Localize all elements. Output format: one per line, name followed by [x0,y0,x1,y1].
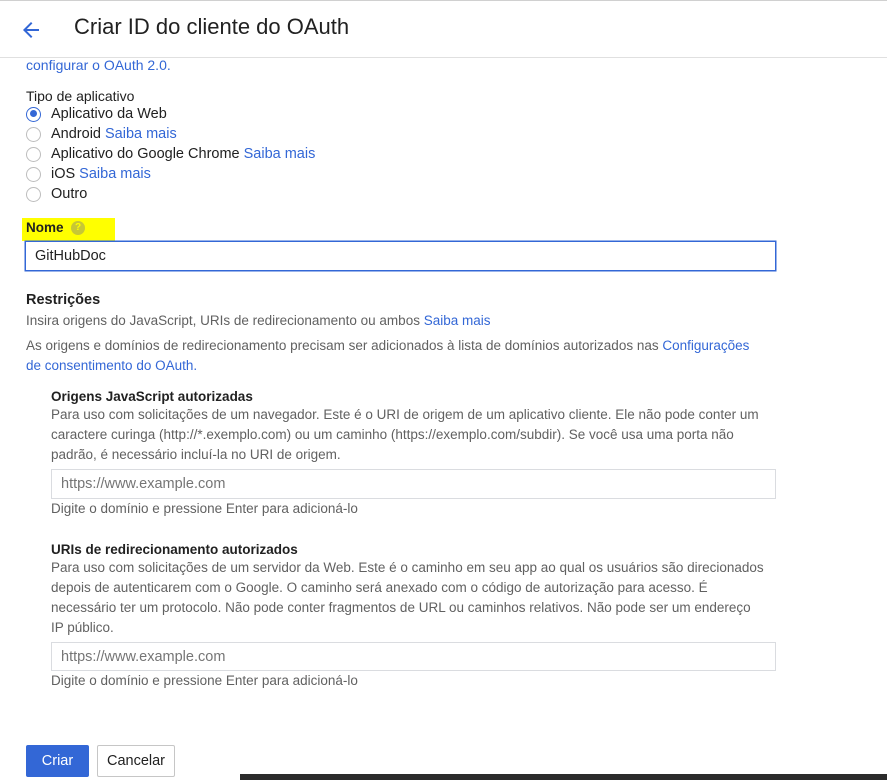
learn-more-link[interactable]: Saiba mais [105,126,177,142]
js-origins-description: Para uso com solicitações de um navegado… [51,405,791,465]
js-origins-input[interactable] [51,469,776,499]
redirect-uris-description: Para uso com solicitações de um servidor… [51,558,791,638]
bottom-taskbar-strip [240,774,887,780]
radio-option-web-app[interactable]: Aplicativo da Web [26,104,167,124]
description-line: necessário ter um protocolo. Não pode co… [51,600,751,615]
help-icon[interactable]: ? [71,221,85,235]
radio-option-chrome-app[interactable]: Aplicativo do Google Chrome Saiba mais [26,144,315,164]
radio-option-other[interactable]: Outro [26,184,87,204]
radio-label: Android [51,126,101,142]
js-origins-hint: Digite o domínio e pressione Enter para … [51,501,358,516]
redirect-uris-heading: URIs de redirecionamento autorizados [51,542,298,557]
configure-oauth-link[interactable]: configurar o OAuth 2.0. [26,57,171,73]
notice-text: As origens e domínios de redirecionament… [26,338,659,353]
consent-settings-link[interactable]: Configurações [662,338,749,353]
radio-button[interactable] [26,166,41,182]
arrow-back-icon [23,22,39,38]
restrictions-description: Insira origens do JavaScript, URIs de re… [26,311,491,331]
redirect-uris-input[interactable] [51,642,776,671]
radio-button[interactable] [26,186,41,202]
radio-option-android[interactable]: Android Saiba mais [26,124,177,144]
top-app-bar: Criar ID do cliente do OAuth [0,0,887,58]
cancel-button[interactable]: Cancelar [97,745,175,777]
page-title: Criar ID do cliente do OAuth [74,14,350,39]
radio-option-ios[interactable]: iOS Saiba mais [26,164,151,184]
app-type-label: Tipo de aplicativo [26,88,135,104]
radio-button[interactable] [26,126,41,142]
radio-label: iOS [51,166,76,182]
back-button[interactable] [19,18,43,42]
consent-settings-link-continued[interactable]: de consentimento do OAuth. [26,358,197,373]
learn-more-link[interactable]: Saiba mais [244,146,316,162]
radio-label: Outro [51,186,88,202]
name-label: Nome [26,220,64,235]
description-line: IP público. [51,620,114,635]
description-line: padrão, é necessário incluí-la no URI de… [51,447,341,462]
restrictions-heading: Restrições [26,292,101,308]
radio-label: Aplicativo do Google Chrome [51,146,240,162]
create-button[interactable]: Criar [26,745,89,777]
redirect-uris-hint: Digite o domínio e pressione Enter para … [51,673,358,688]
description-line: Para uso com solicitações de um servidor… [51,560,764,575]
radio-label: Aplicativo da Web [51,106,167,122]
description-line: depois de autenticarem com o Google. O c… [51,580,708,595]
radio-button[interactable] [26,146,41,162]
description-line: caractere curinga (http://*.exemplo.com)… [51,427,734,442]
js-origins-heading: Origens JavaScript autorizadas [51,389,253,404]
description-line: Para uso com solicitações de um navegado… [51,407,759,422]
learn-more-link[interactable]: Saiba mais [79,166,151,182]
name-input[interactable] [25,241,776,271]
restrictions-description-text: Insira origens do JavaScript, URIs de re… [26,313,420,328]
radio-button-checked[interactable] [26,106,41,122]
learn-more-link[interactable]: Saiba mais [424,313,491,328]
restrictions-notice: As origens e domínios de redirecionament… [26,336,786,376]
